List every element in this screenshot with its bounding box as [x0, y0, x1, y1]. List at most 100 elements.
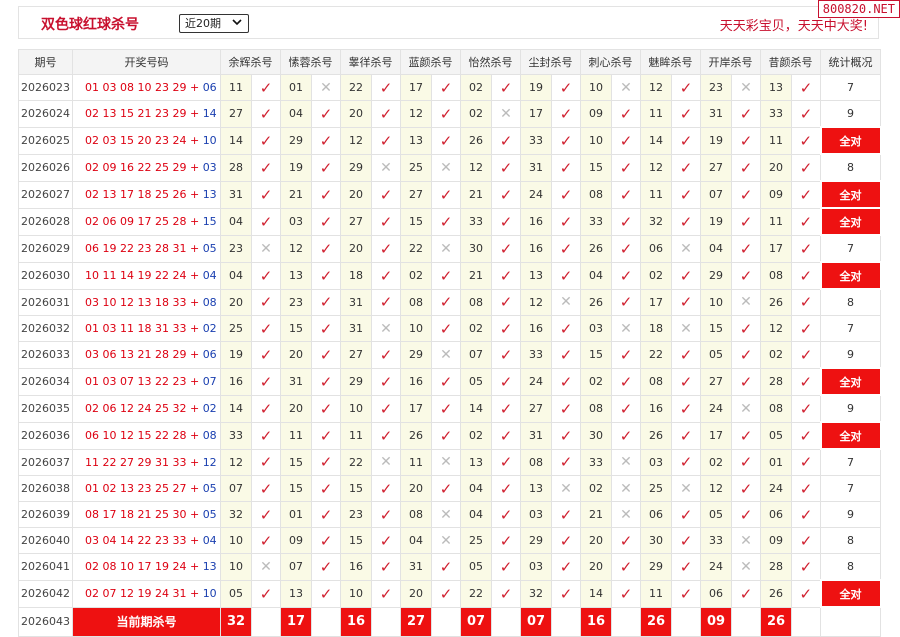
kill-number: 02: [460, 421, 492, 450]
kill-number: 32: [220, 501, 252, 528]
plus-sign: +: [186, 402, 203, 415]
cross-icon: ✕: [431, 153, 461, 182]
kill-number: 27: [340, 341, 372, 369]
empty-cell: [671, 606, 701, 637]
kill-number: 08: [760, 394, 792, 423]
check-icon: ✓: [371, 394, 401, 423]
empty-cell: [251, 606, 281, 637]
check-icon: ✓: [491, 153, 521, 182]
current-kill-number: 09: [700, 606, 732, 637]
stat-count: 9: [820, 100, 881, 128]
kill-number: 31: [400, 553, 432, 581]
check-icon: ✓: [311, 207, 341, 236]
kill-number: 21: [280, 180, 312, 209]
stat-count: 7: [820, 448, 881, 476]
red-balls: 02 03 15 20 23 24: [85, 134, 187, 147]
kill-number: 33: [580, 448, 612, 476]
check-icon: ✓: [671, 288, 701, 316]
kill-number: 29: [520, 527, 552, 554]
blue-ball: 12: [202, 455, 217, 469]
chevron-down-icon: [231, 16, 243, 33]
plus-sign: +: [186, 429, 203, 442]
blue-ball: 14: [202, 107, 217, 121]
all-correct-badge: 全对: [819, 367, 882, 396]
check-icon: ✓: [311, 553, 341, 581]
period-select[interactable]: 近20期: [179, 14, 249, 33]
kill-number: 05: [220, 579, 252, 608]
header-bar: 双色球红球杀号 近20期 天天彩宝贝，天天中大奖!: [18, 6, 879, 39]
check-icon: ✓: [611, 261, 641, 290]
kill-number: 20: [340, 100, 372, 128]
plus-sign: +: [186, 215, 203, 228]
kill-number: 28: [760, 367, 792, 396]
stat-count: 7: [820, 315, 881, 342]
kill-number: 13: [460, 448, 492, 476]
plus-sign: +: [186, 375, 203, 388]
table-row: 2026031 03 10 12 13 18 33 + 08 20 ✓ 23 ✓ 31 ✓ 08…: [18, 288, 881, 316]
table-row: 2026041 02 08 10 17 19 24 + 13 10 ✕ 07 ✓ 16 ✓ 31…: [18, 553, 881, 581]
check-icon: ✓: [551, 501, 581, 528]
check-icon: ✓: [371, 341, 401, 369]
column-header: 昔颜杀号: [760, 49, 821, 75]
check-icon: ✓: [311, 341, 341, 369]
kill-number: 33: [520, 126, 552, 155]
kill-number: 16: [340, 553, 372, 581]
check-icon: ✓: [551, 74, 581, 101]
column-header: 刺心杀号: [580, 49, 641, 75]
check-icon: ✓: [671, 126, 701, 155]
table-row: 2026037 11 22 27 29 31 33 + 12 12 ✓ 15 ✓ 22 ✕ 11…: [18, 448, 881, 476]
blue-ball: 10: [202, 134, 217, 147]
current-kill-number: 17: [280, 606, 312, 637]
kill-number: 05: [760, 421, 792, 450]
kill-number: 12: [640, 153, 672, 182]
check-icon: ✓: [551, 153, 581, 182]
check-icon: ✓: [611, 527, 641, 554]
kill-number: 11: [640, 180, 672, 209]
issue-number: 2026038: [18, 475, 73, 502]
table-row: 2026034 01 03 07 13 22 23 + 07 16 ✓ 31 ✓ 29 ✓ 16…: [18, 367, 882, 396]
kill-number: 20: [280, 341, 312, 369]
check-icon: ✓: [431, 475, 461, 502]
draw-numbers: 10 11 14 19 22 24 + 04: [72, 261, 221, 290]
plus-sign: +: [186, 534, 203, 547]
check-icon: ✓: [251, 153, 281, 182]
kill-number: 12: [760, 315, 792, 342]
red-balls: 01 03 07 13 22 23: [85, 375, 187, 388]
kill-number: 11: [760, 126, 792, 155]
plus-sign: +: [186, 81, 203, 94]
kill-number: 02: [640, 261, 672, 290]
cross-icon: ✕: [251, 553, 281, 581]
empty-cell: [791, 606, 821, 637]
kill-number: 08: [520, 448, 552, 476]
blue-ball: 07: [202, 375, 217, 388]
check-icon: ✓: [611, 579, 641, 608]
check-icon: ✓: [611, 234, 641, 263]
kill-number: 15: [340, 527, 372, 554]
kill-number: 07: [280, 553, 312, 581]
check-icon: ✓: [731, 100, 761, 128]
plus-sign: +: [186, 322, 203, 335]
kill-number: 07: [700, 180, 732, 209]
check-icon: ✓: [251, 475, 281, 502]
blue-ball: 04: [202, 534, 217, 547]
check-icon: ✓: [431, 180, 461, 209]
blue-ball: 05: [202, 508, 217, 521]
table-row: 2026030 10 11 14 19 22 24 + 04 04 ✓ 13 ✓ 18 ✓ 02…: [18, 261, 882, 290]
check-icon: ✓: [551, 527, 581, 554]
issue-number: 2026032: [18, 315, 73, 342]
kill-number: 08: [760, 261, 792, 290]
check-icon: ✓: [251, 207, 281, 236]
kill-number: 13: [400, 126, 432, 155]
check-icon: ✓: [491, 501, 521, 528]
check-icon: ✓: [611, 100, 641, 128]
issue-number: 2026024: [18, 100, 73, 128]
kill-number: 19: [280, 153, 312, 182]
check-icon: ✓: [671, 501, 701, 528]
check-icon: ✓: [491, 180, 521, 209]
kill-number: 02: [460, 100, 492, 128]
draw-numbers: 02 06 12 24 25 32 + 02: [72, 394, 221, 423]
kill-number: 20: [340, 234, 372, 263]
check-icon: ✓: [611, 288, 641, 316]
kill-number: 20: [580, 553, 612, 581]
check-icon: ✓: [371, 180, 401, 209]
